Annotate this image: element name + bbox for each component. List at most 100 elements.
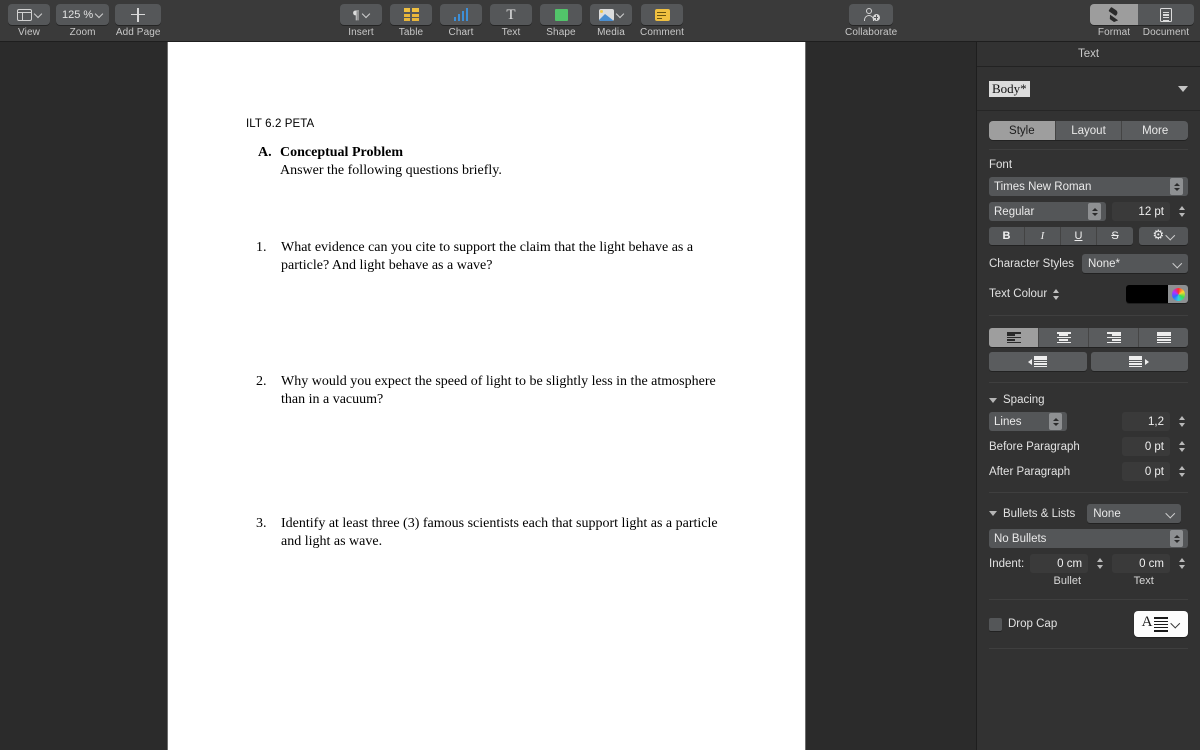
align-right-icon — [1106, 332, 1121, 343]
increase-indent-button[interactable] — [1090, 352, 1188, 371]
text-button[interactable]: T — [490, 4, 532, 25]
font-size-input[interactable]: 12 pt — [1112, 202, 1170, 221]
font-size-stepper[interactable] — [1176, 203, 1188, 221]
toolbar-zoom-item[interactable]: 125 % Zoom — [56, 4, 110, 38]
font-options-button[interactable] — [1139, 227, 1188, 245]
insert-button[interactable]: ¶ — [340, 4, 382, 25]
align-left-button[interactable] — [989, 328, 1039, 347]
shape-button[interactable] — [540, 4, 582, 25]
font-weight-row[interactable]: Regular 12 pt — [989, 202, 1188, 221]
stepper-icon[interactable] — [1088, 203, 1102, 220]
toolbar-document-item[interactable]: Document — [1138, 0, 1194, 38]
add-page-button[interactable] — [115, 4, 162, 25]
toolbar-comment-item[interactable]: Comment — [640, 4, 684, 38]
chart-button[interactable] — [440, 4, 482, 25]
tab-layout[interactable]: Layout — [1055, 121, 1123, 140]
toolbar-collaborate-item[interactable]: Collaborate — [845, 4, 897, 38]
insert-label: Insert — [348, 27, 374, 38]
drop-cap-label: Drop Cap — [1008, 618, 1058, 630]
toolbar-view-item[interactable]: View — [8, 4, 50, 38]
after-paragraph-row[interactable]: After Paragraph 0 pt — [989, 462, 1188, 481]
format-button[interactable] — [1090, 4, 1138, 25]
align-right-button[interactable] — [1089, 328, 1139, 347]
colour-wheel-icon[interactable] — [1168, 285, 1188, 303]
chevron-down-icon — [1167, 510, 1175, 518]
toolbar-text-item[interactable]: T Text — [490, 4, 532, 38]
italic-button[interactable]: I — [1025, 227, 1061, 245]
bullet-indent-stepper[interactable] — [1094, 555, 1106, 573]
main-toolbar: View 125 % Zoom Add Page ¶ Insert Table … — [0, 0, 1200, 42]
disclosure-triangle-icon[interactable] — [989, 511, 997, 516]
document-lines-icon — [1160, 7, 1172, 22]
font-style-group: B I U S — [989, 227, 1133, 245]
bullets-disclosure[interactable]: Bullets & Lists None — [989, 504, 1188, 523]
sort-chevron-icon[interactable] — [1052, 288, 1061, 300]
indent-values-row[interactable]: Indent: 0 cm 0 cm — [989, 554, 1188, 573]
disclosure-triangle-icon[interactable] — [989, 397, 997, 403]
text-indent-stepper[interactable] — [1176, 555, 1188, 573]
document-button[interactable] — [1138, 4, 1194, 25]
table-button[interactable] — [390, 4, 432, 25]
tab-style[interactable]: Style — [989, 121, 1056, 140]
decrease-indent-button[interactable] — [989, 352, 1087, 371]
after-paragraph-input[interactable]: 0 pt — [1122, 462, 1170, 481]
text-colour-row[interactable]: Text Colour — [989, 285, 1188, 303]
bullet-type-select[interactable]: No Bullets — [989, 529, 1188, 548]
text-indent-input[interactable]: 0 cm — [1112, 554, 1171, 573]
drop-cap-checkbox[interactable] — [989, 617, 1002, 631]
drop-cap-row[interactable]: Drop Cap A — [989, 609, 1188, 639]
question-number: 1. — [256, 240, 267, 255]
before-paragraph-row[interactable]: Before Paragraph 0 pt — [989, 437, 1188, 456]
align-justify-button[interactable] — [1139, 328, 1188, 347]
toolbar-shape-item[interactable]: Shape — [540, 4, 582, 38]
align-centre-button[interactable] — [1039, 328, 1089, 347]
before-paragraph-input[interactable]: 0 pt — [1122, 437, 1170, 456]
view-button[interactable] — [8, 4, 50, 25]
text-label: Text — [501, 27, 521, 38]
toolbar-chart-item[interactable]: Chart — [440, 4, 482, 38]
underline-button[interactable]: U — [1061, 227, 1097, 245]
text-colour-well[interactable] — [1126, 285, 1188, 303]
line-spacing-stepper[interactable] — [1176, 413, 1188, 431]
bold-button[interactable]: B — [989, 227, 1025, 245]
toolbar-add-page-item[interactable]: Add Page — [115, 4, 162, 38]
chevron-down-icon[interactable] — [1178, 85, 1188, 92]
drop-cap-style-button[interactable]: A — [1134, 611, 1188, 637]
character-styles-select[interactable]: None* — [1082, 254, 1188, 273]
bullet-indent-input[interactable]: 0 cm — [1030, 554, 1089, 573]
line-spacing-value-input[interactable]: 1,2 — [1122, 412, 1170, 431]
tab-more[interactable]: More — [1122, 121, 1188, 140]
zoom-button[interactable]: 125 % — [56, 4, 110, 25]
media-button[interactable] — [590, 4, 632, 25]
line-spacing-mode-select[interactable]: Lines — [989, 412, 1067, 431]
font-family-select[interactable]: Times New Roman — [989, 177, 1188, 196]
stepper-icon[interactable] — [1170, 530, 1183, 547]
bullets-preset-select[interactable]: None — [1087, 504, 1182, 523]
line-spacing-row[interactable]: Lines 1,2 — [989, 412, 1188, 431]
toolbar-collaborate-group: Collaborate — [845, 0, 897, 38]
before-paragraph-stepper[interactable] — [1176, 438, 1188, 456]
document-page[interactable]: ILT 6.2 PETA A. Conceptual Problem Answe… — [167, 42, 806, 750]
toolbar-format-item[interactable]: Format — [1090, 0, 1138, 38]
bullet-type-row[interactable]: No Bullets — [989, 529, 1188, 548]
stepper-icon[interactable] — [1170, 178, 1183, 195]
comment-button[interactable] — [641, 4, 684, 25]
document-canvas[interactable]: ILT 6.2 PETA A. Conceptual Problem Answe… — [0, 42, 976, 750]
paragraph-style-value[interactable]: Body* — [989, 80, 1030, 97]
colour-swatch[interactable] — [1126, 285, 1168, 303]
font-family-row[interactable]: Times New Roman — [989, 177, 1188, 196]
spacing-disclosure[interactable]: Spacing — [989, 394, 1188, 406]
toolbar-left-group: View 125 % Zoom Add Page — [8, 0, 162, 38]
paragraph-style-row[interactable]: Body* — [977, 67, 1200, 111]
chevron-down-icon — [35, 11, 42, 18]
add-page-label: Add Page — [115, 27, 161, 38]
character-styles-row[interactable]: Character Styles None* — [989, 254, 1188, 273]
strikethrough-button[interactable]: S — [1097, 227, 1133, 245]
after-paragraph-stepper[interactable] — [1176, 463, 1188, 481]
toolbar-media-item[interactable]: Media — [590, 4, 632, 38]
font-weight-select[interactable]: Regular — [989, 202, 1107, 221]
collaborate-button[interactable] — [849, 4, 894, 25]
toolbar-insert-item[interactable]: ¶ Insert — [340, 4, 382, 38]
toolbar-table-item[interactable]: Table — [390, 4, 432, 38]
stepper-icon[interactable] — [1049, 413, 1062, 430]
